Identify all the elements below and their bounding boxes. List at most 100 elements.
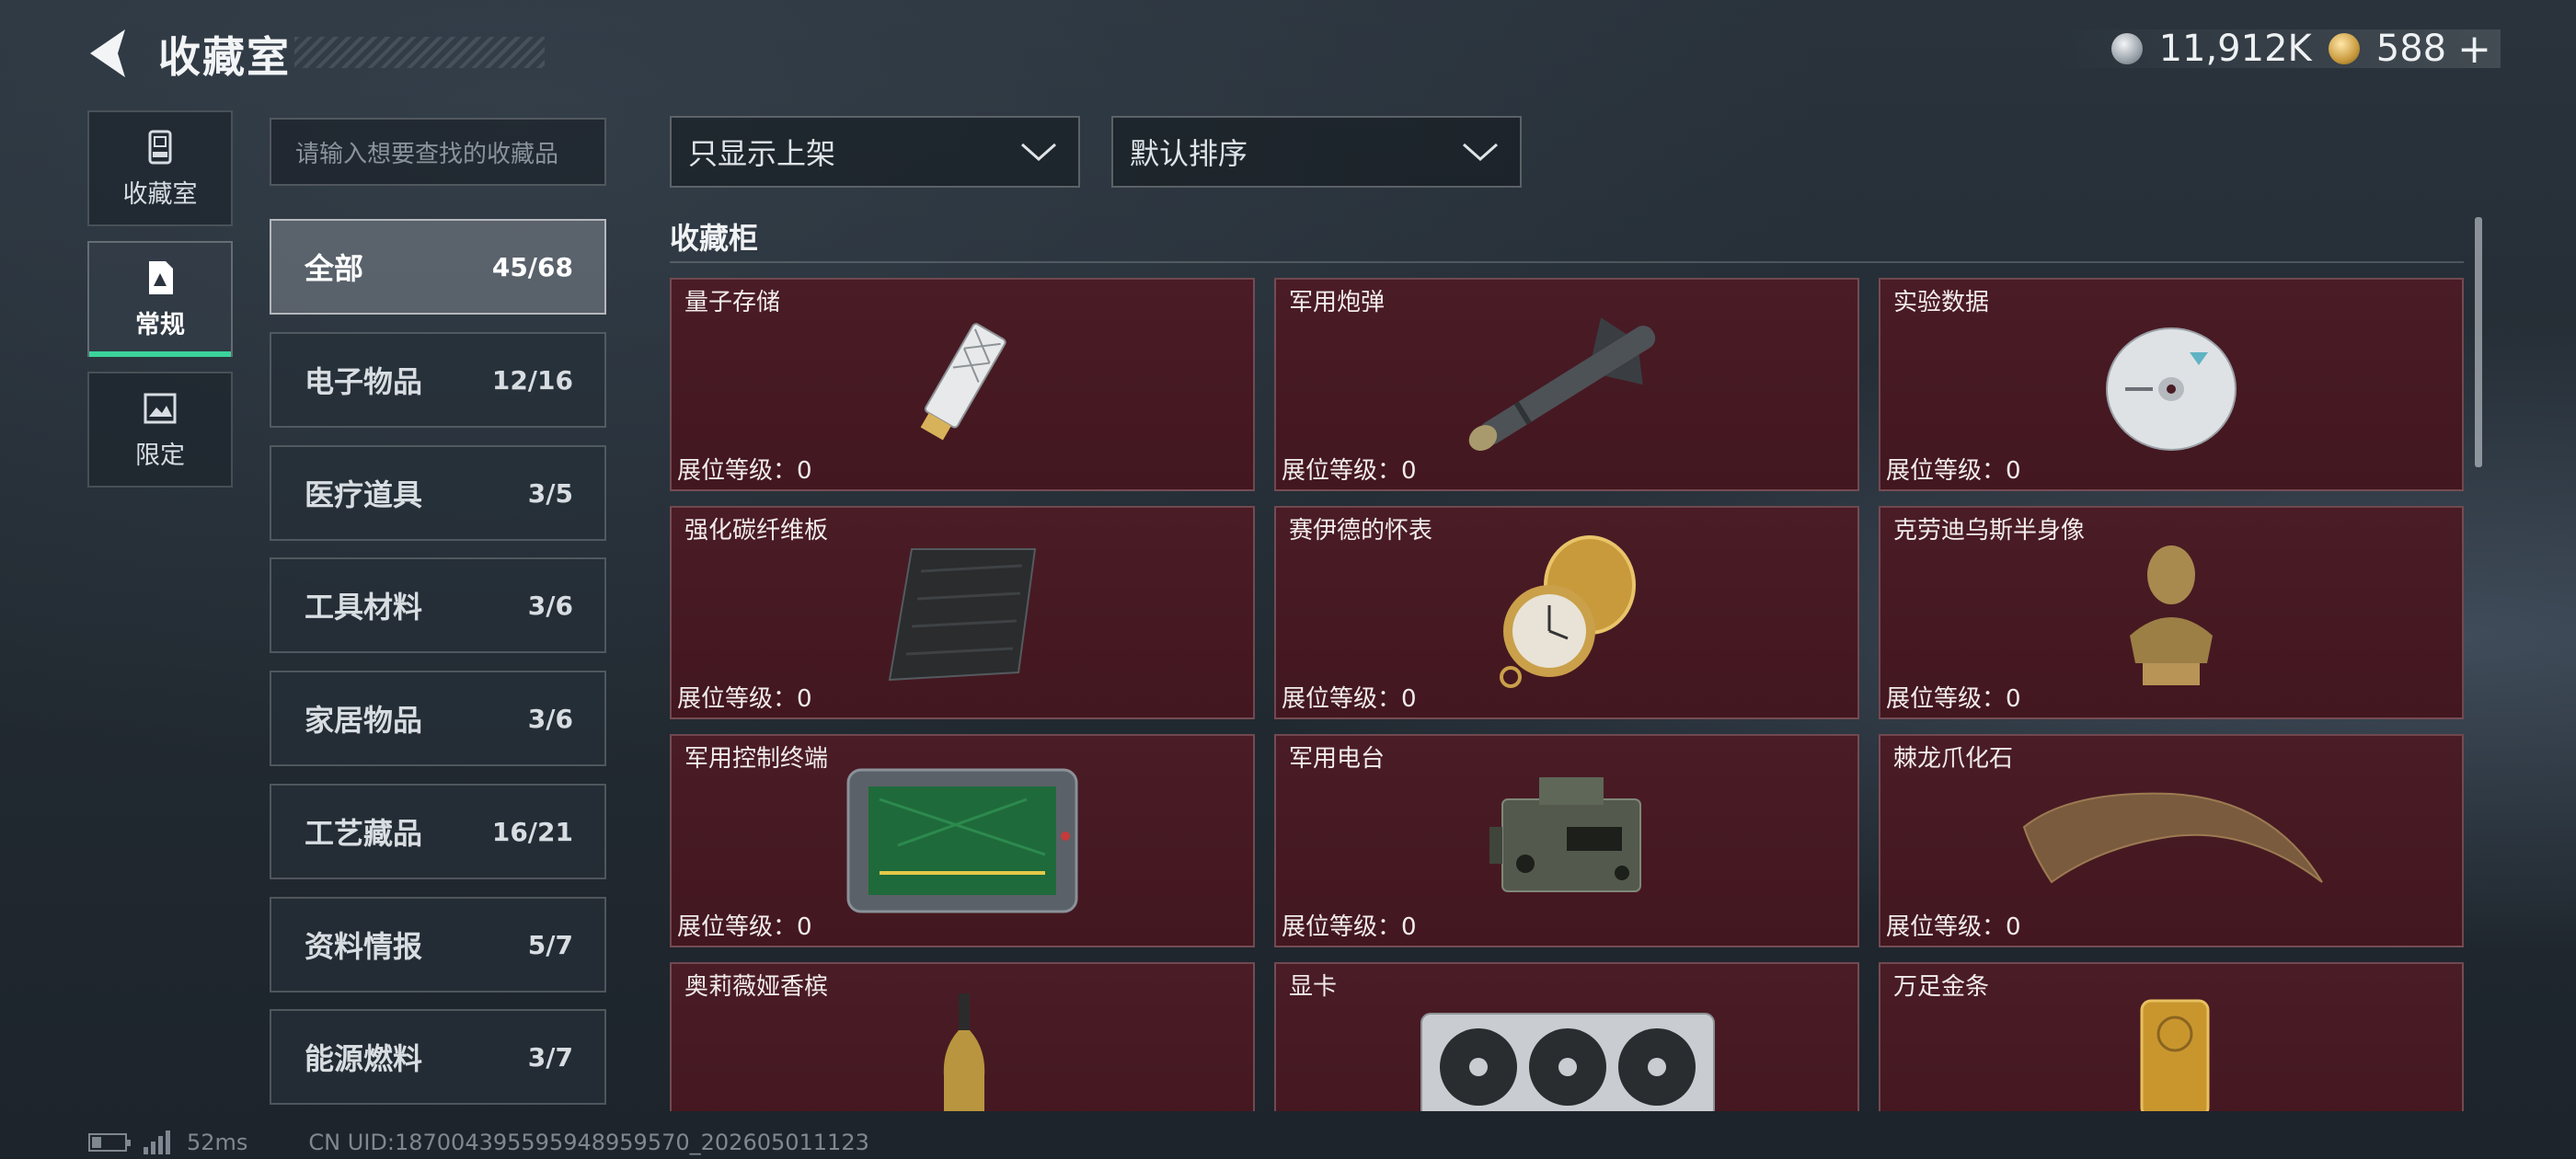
category-name: 工具材料: [305, 590, 423, 625]
currency-bar: 11,912K 588 +: [2052, 26, 2501, 73]
rail-limited[interactable]: 限定: [87, 372, 233, 488]
dropdown-value: 只显示上架: [688, 136, 836, 171]
control-terminal-icon: [846, 768, 1078, 913]
add-currency-button[interactable]: +: [2457, 26, 2491, 73]
item-level: 展位等级：0: [1886, 913, 2021, 941]
divider: [670, 261, 2464, 263]
collection-grid[interactable]: 量子存储 展位等级：0 军用炮弹 展位等级：0 实验数据 展位等级：0 强化碳纤…: [670, 278, 2464, 1111]
category-count: 3/6: [527, 703, 573, 734]
status-footer: 52ms CN UID:187004395595948959570_202605…: [88, 1130, 869, 1155]
signal-icon: [144, 1130, 170, 1154]
gold-coin-icon: [2328, 33, 2360, 64]
chevron-down-icon: [1463, 143, 1498, 162]
item-card[interactable]: 实验数据 展位等级：0: [1879, 278, 2464, 491]
data-disc-icon: [2106, 327, 2237, 451]
item-name: 显卡: [1289, 973, 1338, 1001]
silver-coin-icon: [2110, 33, 2143, 64]
active-tab-indicator: [89, 351, 231, 357]
item-card[interactable]: 克劳迪乌斯半身像 展位等级：0: [1879, 506, 2464, 719]
category-crafts[interactable]: 工艺藏品 16/21: [270, 784, 606, 879]
item-name: 奥莉薇娅香槟: [684, 973, 829, 1001]
quantum-storage-chip-icon: [920, 323, 1006, 441]
category-fuel[interactable]: 能源燃料 3/7: [270, 1009, 606, 1105]
category-name: 家居物品: [305, 703, 423, 738]
rail-regular[interactable]: 常规: [87, 241, 233, 357]
category-count: 3/5: [527, 477, 573, 509]
silver-currency-value: 11,912K: [2158, 28, 2312, 70]
bust-statue-icon: [2130, 545, 2213, 685]
claw-fossil-icon: [2022, 792, 2323, 884]
rail-collection-room[interactable]: 收藏室: [87, 110, 233, 226]
category-household[interactable]: 家居物品 3/6: [270, 671, 606, 766]
section-title: 收藏柜: [670, 221, 759, 256]
back-button[interactable]: [85, 26, 132, 81]
user-uid: CN UID:187004395595948959570_20260501112…: [308, 1130, 869, 1155]
category-name: 电子物品: [305, 364, 423, 399]
military-radio-icon: [1489, 777, 1641, 892]
item-card[interactable]: 军用炮弹 展位等级：0: [1274, 278, 1859, 491]
document-icon: [149, 260, 173, 294]
item-card[interactable]: 显卡: [1274, 962, 1859, 1111]
category-count: 45/68: [491, 251, 573, 282]
missile-icon: [1468, 317, 1656, 451]
battery-icon: [88, 1133, 131, 1152]
item-name: 克劳迪乌斯半身像: [1893, 517, 2086, 545]
ping-value: 52ms: [187, 1130, 248, 1155]
graphics-card-icon: [1420, 1013, 1715, 1111]
trophy-cabinet-icon: [148, 130, 172, 164]
category-intel[interactable]: 资料情报 5/7: [270, 897, 606, 993]
item-name: 实验数据: [1893, 289, 1990, 316]
chevron-down-icon: [1021, 143, 1056, 162]
item-name: 军用炮弹: [1289, 289, 1386, 316]
item-card[interactable]: 军用控制终端 展位等级：0: [670, 734, 1255, 947]
picture-icon: [144, 393, 177, 423]
item-name: 赛伊德的怀表: [1289, 517, 1433, 545]
category-name: 医疗道具: [305, 477, 423, 512]
item-card[interactable]: 量子存储 展位等级：0: [670, 278, 1255, 491]
back-arrow-icon: [90, 29, 125, 77]
item-card[interactable]: 棘龙爪化石 展位等级：0: [1879, 734, 2464, 947]
item-card[interactable]: 强化碳纤维板 展位等级：0: [670, 506, 1255, 719]
dropdown-value: 默认排序: [1130, 136, 1248, 171]
item-name: 强化碳纤维板: [684, 517, 829, 545]
carbon-fiber-plate-icon: [888, 548, 1037, 682]
category-count: 12/16: [491, 364, 573, 396]
pocket-watch-icon: [1500, 535, 1636, 688]
item-card[interactable]: 万足金条: [1879, 962, 2464, 1111]
category-all[interactable]: 全部 45/68: [270, 219, 606, 315]
page-title: 收藏室: [158, 32, 291, 82]
category-count: 5/7: [527, 929, 573, 960]
item-name: 棘龙爪化石: [1893, 745, 2014, 773]
gold-bar-icon: [2140, 999, 2210, 1111]
item-level: 展位等级：0: [1282, 913, 1417, 941]
category-name: 全部: [305, 251, 364, 286]
item-card[interactable]: 军用电台 展位等级：0: [1274, 734, 1859, 947]
category-name: 资料情报: [305, 929, 423, 964]
item-name: 军用电台: [1289, 745, 1386, 773]
category-medical[interactable]: 医疗道具 3/5: [270, 445, 606, 541]
category-count: 16/21: [491, 816, 573, 847]
gold-currency-value: 588: [2375, 28, 2447, 70]
item-level: 展位等级：0: [677, 685, 812, 713]
grid-scrollbar[interactable]: [2475, 217, 2482, 467]
item-level: 展位等级：0: [1282, 457, 1417, 485]
item-card[interactable]: 奥莉薇娅香槟: [670, 962, 1255, 1111]
item-name: 万足金条: [1893, 973, 1990, 1001]
shelf-filter-dropdown[interactable]: 只显示上架: [670, 116, 1080, 188]
item-card[interactable]: 赛伊德的怀表 展位等级：0: [1274, 506, 1859, 719]
title-decoration: [294, 37, 545, 68]
search-input[interactable]: 请输入想要查找的收藏品: [270, 118, 606, 186]
item-level: 展位等级：0: [677, 913, 812, 941]
category-electronics[interactable]: 电子物品 12/16: [270, 332, 606, 428]
item-level: 展位等级：0: [1282, 685, 1417, 713]
item-level: 展位等级：0: [1886, 685, 2021, 713]
category-tools[interactable]: 工具材料 3/6: [270, 557, 606, 653]
sort-dropdown[interactable]: 默认排序: [1111, 116, 1522, 188]
rail-label: 收藏室: [122, 179, 198, 209]
champagne-bottle-icon: [943, 993, 985, 1111]
item-name: 军用控制终端: [684, 745, 829, 773]
item-level: 展位等级：0: [1886, 457, 2021, 485]
item-level: 展位等级：0: [677, 457, 812, 485]
category-count: 3/7: [527, 1041, 573, 1073]
category-name: 能源燃料: [305, 1041, 423, 1076]
